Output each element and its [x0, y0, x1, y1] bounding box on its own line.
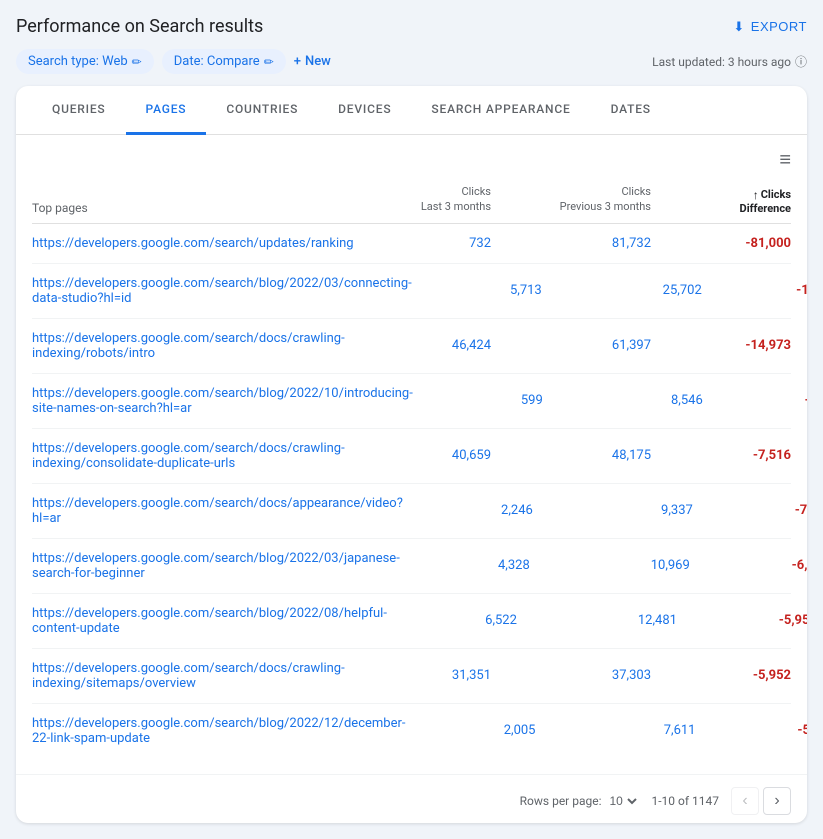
cell-url[interactable]: https://developers.google.com/search/blo… — [32, 276, 412, 306]
pagination: Rows per page: 10 25 50 1-10 of 1147 ‹ › — [16, 774, 807, 823]
cell-clicks-prev: 48,175 — [491, 448, 651, 463]
rows-per-page-label: Rows per page: — [520, 794, 602, 808]
table-row: https://developers.google.com/search/upd… — [32, 224, 791, 264]
export-button[interactable]: ⬇ EXPORT — [733, 19, 807, 35]
cell-clicks-prev: 81,732 — [491, 236, 651, 251]
cell-clicks-prev: 7,611 — [536, 723, 696, 738]
header: Performance on Search results ⬇ EXPORT — [16, 16, 807, 37]
table-rows-container: https://developers.google.com/search/upd… — [32, 224, 791, 758]
top-pages-label: Top pages — [32, 193, 361, 215]
pagination-nav: ‹ › — [731, 787, 791, 815]
new-filter-button[interactable]: + New — [294, 54, 331, 69]
table-header: Top pages ClicksLast 3 months ClicksPrev… — [32, 180, 791, 224]
cell-url[interactable]: https://developers.google.com/search/doc… — [32, 331, 361, 361]
cell-clicks-diff: -5,952 — [651, 668, 791, 683]
info-icon: ⓘ — [795, 53, 807, 70]
cell-url[interactable]: https://developers.google.com/search/blo… — [32, 386, 413, 416]
cell-url[interactable]: https://developers.google.com/search/blo… — [32, 551, 400, 581]
table-row: https://developers.google.com/search/doc… — [32, 484, 791, 539]
cell-clicks-diff: -5,606 — [696, 723, 808, 738]
table-section: ≡ Top pages ClicksLast 3 months ClicksPr… — [16, 135, 807, 774]
cell-clicks-prev: 25,702 — [542, 283, 702, 298]
cell-clicks-diff: -81,000 — [651, 236, 791, 251]
tab-pages[interactable]: PAGES — [126, 86, 207, 135]
cell-clicks-last: 4,328 — [400, 558, 530, 573]
search-type-filter[interactable]: Search type: Web ✏ — [16, 49, 154, 74]
cell-clicks-diff: -7,091 — [693, 503, 807, 518]
cell-clicks-diff: -6,641 — [690, 558, 807, 573]
cell-clicks-last: 6,522 — [387, 613, 517, 628]
col-clicks-last: ClicksLast 3 months — [361, 184, 491, 215]
edit-icon: ✏ — [132, 55, 142, 69]
table-row: https://developers.google.com/search/doc… — [32, 429, 791, 484]
cell-url[interactable]: https://developers.google.com/search/upd… — [32, 236, 361, 251]
col-clicks-prev: ClicksPrevious 3 months — [491, 184, 651, 215]
plus-icon: + — [294, 54, 301, 69]
cell-clicks-prev: 12,481 — [517, 613, 677, 628]
export-icon: ⬇ — [733, 19, 744, 35]
cell-clicks-last: 599 — [413, 393, 543, 408]
table-row: https://developers.google.com/search/blo… — [32, 264, 791, 319]
col-clicks-diff[interactable]: ↑ Clicks Difference — [651, 188, 791, 215]
cell-clicks-prev: 37,303 — [491, 668, 651, 683]
cell-clicks-last: 2,005 — [406, 723, 536, 738]
cell-url[interactable]: https://developers.google.com/search/blo… — [32, 716, 406, 746]
chevron-left-icon: ‹ — [742, 792, 747, 810]
cell-clicks-last: 46,424 — [361, 338, 491, 353]
rows-per-page-select[interactable]: 10 25 50 — [606, 793, 640, 809]
table-row: https://developers.google.com/search/blo… — [32, 704, 791, 758]
filter-row: Search type: Web ✏ Date: Compare ✏ + New… — [16, 49, 807, 74]
cell-clicks-diff: -5,959 — [677, 613, 807, 628]
next-page-button[interactable]: › — [763, 787, 791, 815]
chevron-right-icon: › — [774, 792, 779, 810]
cell-url[interactable]: https://developers.google.com/search/doc… — [32, 441, 361, 471]
cell-clicks-prev: 61,397 — [491, 338, 651, 353]
cell-clicks-diff: -19,989 — [702, 283, 807, 298]
cell-clicks-diff: -14,973 — [651, 338, 791, 353]
cell-clicks-last: 31,351 — [361, 668, 491, 683]
tab-search-appearance[interactable]: SEARCH APPEARANCE — [411, 86, 590, 135]
cell-url[interactable]: https://developers.google.com/search/doc… — [32, 661, 361, 691]
main-card: QUERIES PAGES COUNTRIES DEVICES SEARCH A… — [16, 86, 807, 823]
filter-icon[interactable]: ≡ — [779, 147, 791, 172]
cell-clicks-prev: 10,969 — [530, 558, 690, 573]
tab-queries[interactable]: QUERIES — [32, 86, 126, 135]
cell-url[interactable]: https://developers.google.com/search/doc… — [32, 496, 403, 526]
tab-countries[interactable]: COUNTRIES — [206, 86, 318, 135]
sort-up-icon: ↑ — [753, 188, 759, 202]
cell-clicks-prev: 9,337 — [533, 503, 693, 518]
rows-per-page: Rows per page: 10 25 50 — [520, 793, 640, 809]
page-title: Performance on Search results — [16, 16, 263, 37]
cell-clicks-last: 40,659 — [361, 448, 491, 463]
table-row: https://developers.google.com/search/blo… — [32, 374, 791, 429]
cell-clicks-last: 732 — [361, 236, 491, 251]
filter-icon-row: ≡ — [32, 135, 791, 180]
cell-clicks-last: 5,713 — [412, 283, 542, 298]
pagination-range: 1-10 of 1147 — [652, 794, 720, 808]
tab-bar: QUERIES PAGES COUNTRIES DEVICES SEARCH A… — [16, 86, 807, 135]
tab-devices[interactable]: DEVICES — [318, 86, 411, 135]
tab-dates[interactable]: DATES — [591, 86, 671, 135]
cell-clicks-prev: 8,546 — [543, 393, 703, 408]
cell-clicks-diff: -7,516 — [651, 448, 791, 463]
last-updated: Last updated: 3 hours ago ⓘ — [652, 53, 807, 70]
edit-icon: ✏ — [264, 55, 274, 69]
prev-page-button[interactable]: ‹ — [731, 787, 759, 815]
table-row: https://developers.google.com/search/blo… — [32, 539, 791, 594]
cell-url[interactable]: https://developers.google.com/search/blo… — [32, 606, 387, 636]
cell-clicks-last: 2,246 — [403, 503, 533, 518]
cell-clicks-diff: -7,947 — [703, 393, 807, 408]
table-row: https://developers.google.com/search/doc… — [32, 319, 791, 374]
date-filter[interactable]: Date: Compare ✏ — [162, 49, 286, 74]
table-row: https://developers.google.com/search/doc… — [32, 649, 791, 704]
